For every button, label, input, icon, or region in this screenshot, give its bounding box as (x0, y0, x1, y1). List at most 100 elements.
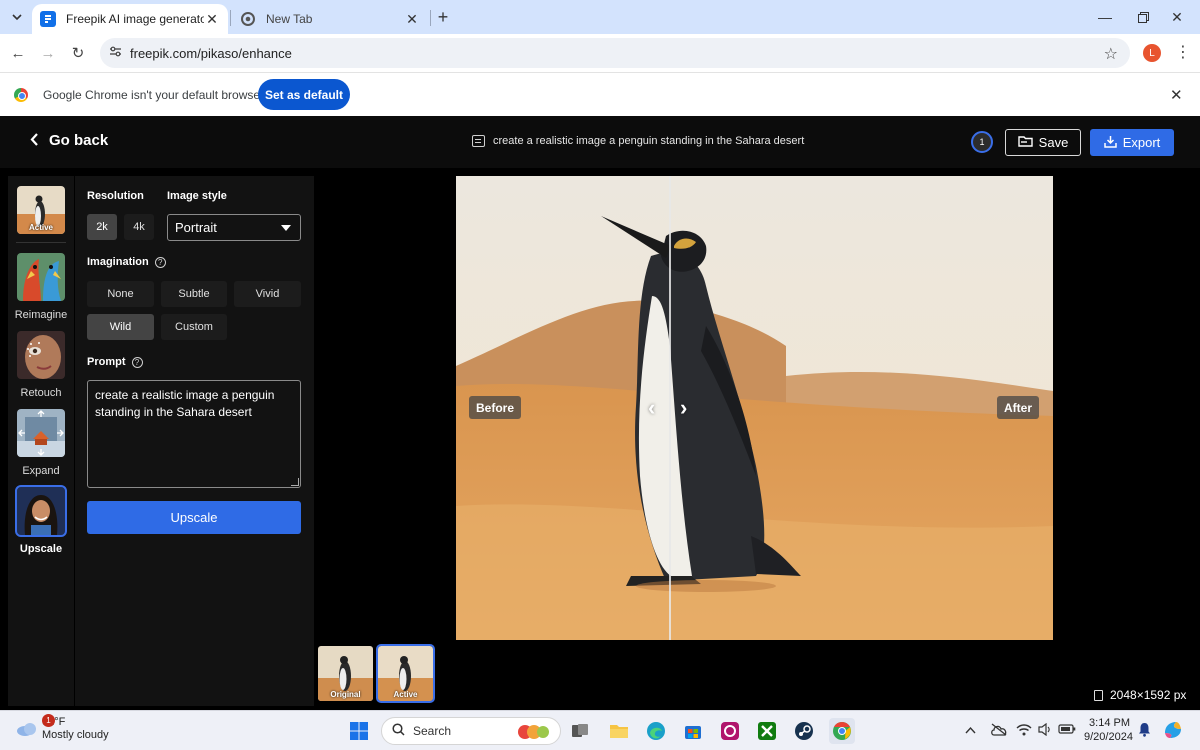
bookmark-star-icon[interactable]: ☆ (1104, 44, 1118, 64)
prompt-icon (472, 135, 485, 147)
header-prompt: create a realistic image a penguin stand… (472, 135, 804, 147)
resolution-4k-chip[interactable]: 4k (124, 214, 154, 240)
image-style-select[interactable]: Portrait (167, 214, 301, 241)
textarea-resize-handle[interactable] (291, 478, 299, 486)
thumbnail-caption: Original (330, 690, 361, 699)
imagination-custom-chip[interactable]: Custom (161, 314, 227, 340)
weather-widget[interactable]: 1 91°F Mostly cloudy (16, 714, 109, 742)
weather-alert-badge: 1 (42, 714, 55, 727)
retouch-thumbnail (17, 331, 65, 379)
default-browser-infobar: Google Chrome isn't your default browser… (0, 72, 1200, 116)
taskbar-search-box[interactable]: Search (381, 717, 561, 745)
chrome-favicon-icon (240, 11, 256, 27)
clock-time: 3:14 PM (1089, 717, 1130, 729)
cloud-icon (16, 721, 38, 737)
history-count-badge[interactable]: 1 (971, 131, 993, 153)
rail-item-label: Upscale (19, 543, 63, 555)
chevron-left-icon (30, 132, 39, 149)
reload-icon[interactable]: ↻ (66, 41, 90, 65)
imagination-none-chip[interactable]: None (87, 281, 154, 307)
wifi-icon[interactable] (1016, 723, 1032, 739)
back-arrow-icon[interactable]: ← (6, 41, 30, 65)
export-label: Export (1122, 135, 1161, 150)
set-as-default-button[interactable]: Set as default (258, 79, 350, 110)
tab-close-icon[interactable]: ✕ (204, 11, 220, 27)
thumbnail-active[interactable]: Active (376, 644, 435, 703)
xbox-icon[interactable] (755, 719, 779, 743)
prompt-label: Prompt ? (87, 356, 143, 368)
rail-item-expand[interactable]: Expand (8, 409, 74, 477)
clock-date: 9/20/2024 (1084, 731, 1133, 743)
notification-bell-icon[interactable] (1138, 722, 1151, 740)
browser-tab-strip: Freepik AI image generator - Fr ✕ New Ta… (0, 0, 1200, 34)
upscale-settings-panel: Resolution 2k 4k Image style Portrait Im… (75, 176, 314, 706)
rail-item-active-image[interactable]: Active (8, 186, 74, 234)
chevron-right-icon[interactable]: › (680, 395, 687, 421)
rail-item-upscale[interactable]: Upscale (8, 485, 74, 555)
tab-freepik[interactable]: Freepik AI image generator - Fr ✕ (32, 4, 228, 34)
search-icon (392, 723, 405, 739)
steam-icon[interactable] (792, 719, 816, 743)
imagination-subtle-chip[interactable]: Subtle (161, 281, 227, 307)
reimagine-thumbnail (17, 253, 65, 301)
window-close-icon[interactable]: ✕ (1154, 0, 1200, 34)
export-button[interactable]: Export (1090, 129, 1174, 156)
tab-separator (230, 10, 231, 26)
rail-item-retouch[interactable]: Retouch (8, 331, 74, 399)
go-back-label: Go back (49, 132, 109, 149)
microsoft-store-icon[interactable] (681, 719, 705, 743)
chevron-down-icon (12, 14, 22, 21)
app-icon[interactable] (718, 719, 742, 743)
help-icon[interactable]: ? (154, 256, 166, 268)
tab-close-icon[interactable]: ✕ (404, 11, 420, 27)
volume-icon[interactable] (1038, 722, 1052, 739)
save-label: Save (1038, 135, 1069, 150)
upscale-button[interactable]: Upscale (87, 501, 301, 534)
search-placeholder: Search (413, 724, 452, 738)
folder-save-icon (1017, 135, 1033, 150)
go-back-button[interactable]: Go back (30, 132, 108, 149)
windows-taskbar: 1 91°F Mostly cloudy Search (0, 710, 1200, 750)
tool-rail: Active Reimagine Retouch Expand Upscale (8, 176, 74, 706)
profile-avatar[interactable]: L (1143, 44, 1161, 62)
new-tab-button[interactable]: + (434, 8, 452, 26)
penguin-desert-image (456, 176, 1053, 640)
chrome-menu-icon[interactable]: ⋮ (1175, 42, 1191, 62)
chevron-left-icon[interactable]: ‹ (648, 395, 655, 421)
thumbnail-original[interactable]: Original (318, 646, 373, 701)
resolution-label: Resolution (87, 190, 144, 202)
chrome-taskbar-icon[interactable] (829, 718, 855, 744)
image-style-value: Portrait (175, 220, 217, 235)
system-clock[interactable]: 3:14 PM 9/20/2024 (1084, 716, 1133, 744)
before-after-image[interactable] (456, 176, 1053, 640)
forward-arrow-icon[interactable]: → (36, 41, 60, 65)
rail-item-reimagine[interactable]: Reimagine (8, 253, 74, 321)
omnibox[interactable]: freepik.com/pikaso/enhance ☆ (100, 38, 1130, 68)
comparison-slider-line[interactable] (669, 176, 671, 640)
task-view-icon[interactable] (568, 719, 592, 743)
tab-search-button[interactable] (6, 6, 28, 28)
save-button[interactable]: Save (1005, 129, 1081, 156)
thumbnail-caption: Active (393, 690, 418, 699)
resolution-2k-chip[interactable]: 2k (87, 214, 117, 240)
site-info-icon[interactable] (100, 46, 130, 60)
prompt-textarea[interactable]: create a realistic image a penguin stand… (87, 380, 301, 488)
copilot-icon[interactable] (1162, 719, 1184, 744)
infobar-close-icon[interactable]: ✕ (1170, 86, 1183, 104)
before-label: Before (469, 396, 522, 419)
file-explorer-icon[interactable] (607, 719, 631, 743)
imagination-vivid-chip[interactable]: Vivid (234, 281, 301, 307)
header-prompt-text: create a realistic image a penguin stand… (493, 135, 805, 147)
tab-new-tab[interactable]: New Tab ✕ (232, 4, 428, 34)
freepik-favicon-icon (40, 11, 56, 27)
rail-item-label: Reimagine (14, 309, 68, 321)
help-icon[interactable]: ? (131, 356, 143, 368)
edge-browser-icon[interactable] (644, 719, 668, 743)
windows-start-icon[interactable] (347, 719, 371, 743)
rail-item-label: Expand (22, 465, 60, 477)
chrome-logo-icon (14, 88, 28, 102)
tray-overflow-chevron-icon[interactable] (965, 723, 976, 737)
battery-icon[interactable] (1058, 723, 1076, 738)
onedrive-icon[interactable] (990, 723, 1008, 739)
imagination-wild-chip[interactable]: Wild (87, 314, 154, 340)
